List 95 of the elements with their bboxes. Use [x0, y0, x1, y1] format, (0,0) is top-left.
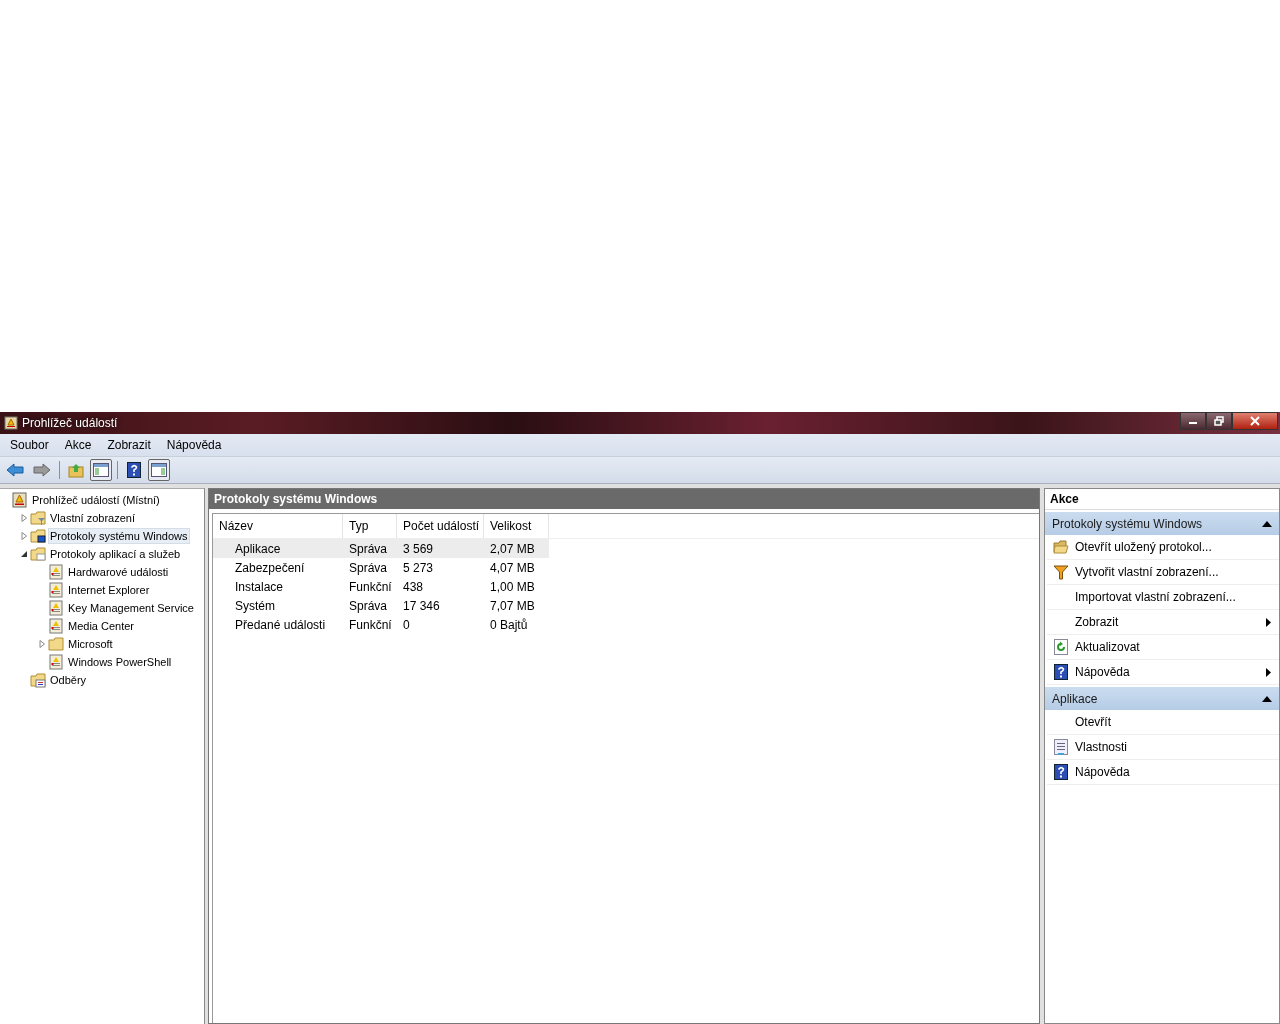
pane-header: Akce — [1045, 489, 1279, 510]
table-cell-text: Zabezpečení — [234, 560, 306, 575]
folder-icon — [30, 528, 46, 544]
menu-item[interactable]: Soubor — [10, 438, 49, 452]
action-item[interactable]: Vytvořit vlastní zobrazení... — [1075, 565, 1279, 579]
section-header[interactable]: Protokoly systému Windows — [1045, 512, 1279, 535]
action-item[interactable]: Nápověda — [1075, 665, 1266, 679]
log-icon — [48, 564, 64, 580]
table-cell-text: 1,00 MB — [489, 579, 536, 594]
log-icon — [48, 582, 64, 598]
tree-item[interactable]: Vlastní zobrazení — [48, 510, 137, 526]
event-log-icon — [4, 416, 18, 430]
table-cell-text: 4,07 MB — [489, 560, 536, 575]
table-cell-text: Funkční — [348, 579, 393, 594]
pane-icon — [151, 463, 167, 477]
table-row[interactable]: Zabezpečení Správa 5 273 4,07 MB — [213, 558, 549, 577]
table-cell-text: 3 569 — [402, 541, 435, 556]
tree-item[interactable]: Internet Explorer — [66, 582, 152, 598]
section-title: Aplikace — [1052, 691, 1098, 706]
action-item[interactable]: Importovat vlastní zobrazení... — [1075, 590, 1279, 604]
table-row[interactable]: Předané události Funkční 0 0 Bajtů — [213, 615, 549, 634]
table-cell-text: 0 Bajtů — [489, 617, 529, 632]
table-row[interactable]: Aplikace Správa 3 569 2,07 MB — [213, 539, 549, 558]
table-cell-text: 438 — [402, 579, 425, 594]
table-cell-text: 17 346 — [402, 598, 441, 613]
left-arrow-icon — [6, 463, 24, 477]
column-header[interactable]: Název — [213, 514, 343, 538]
table-cell-text: Správa — [348, 598, 389, 613]
log-icon — [48, 600, 64, 616]
log-icon — [48, 618, 64, 634]
folder-up-icon — [68, 462, 84, 478]
table-row[interactable]: Systém Správa 17 346 7,07 MB — [213, 596, 549, 615]
tree-item[interactable]: Protokoly aplikací a služeb — [48, 546, 183, 562]
pane-header: Protokoly systému Windows — [209, 489, 1039, 509]
tree-item[interactable]: Microsoft — [66, 636, 115, 652]
tree-item[interactable]: Prohlížeč událostí (Místní) — [30, 492, 162, 508]
table-row[interactable]: Instalace Funkční 438 1,00 MB — [213, 577, 549, 596]
table-cell-text: 2,07 MB — [489, 541, 536, 556]
table-cell-text: Funkční — [348, 617, 393, 632]
menu-item[interactable]: Nápověda — [166, 438, 222, 452]
table-cell-text: 5 273 — [402, 560, 435, 575]
action-item[interactable]: Otevřít — [1075, 715, 1279, 729]
collapse-arrow-icon[interactable] — [20, 550, 28, 558]
help-icon — [127, 462, 141, 478]
table-cell-text: Systém — [234, 598, 276, 613]
right-arrow-icon — [33, 463, 51, 477]
subscriptions-icon — [30, 672, 46, 688]
close-icon — [1250, 416, 1260, 426]
section-title: Protokoly systému Windows — [1052, 516, 1203, 531]
menu-item[interactable]: Akce — [64, 438, 92, 452]
action-item[interactable]: Aktualizovat — [1075, 640, 1279, 654]
properties-icon — [1054, 739, 1068, 755]
tree-item[interactable]: Media Center — [66, 618, 137, 634]
folder-icon — [1053, 540, 1069, 554]
minimize-button[interactable] — [1180, 412, 1206, 430]
expand-arrow-icon[interactable] — [20, 532, 28, 540]
help-icon — [1054, 764, 1068, 780]
column-header[interactable]: Počet událostí — [397, 514, 484, 538]
action-item[interactable]: Nápověda — [1075, 765, 1279, 779]
table-cell-text: Instalace — [234, 579, 285, 594]
console-tree-button[interactable] — [90, 459, 112, 481]
tree-item[interactable]: Protokoly systému Windows — [48, 528, 190, 544]
expand-arrow-icon[interactable] — [20, 514, 28, 522]
close-button[interactable] — [1232, 412, 1278, 430]
action-pane-button[interactable] — [148, 459, 170, 481]
log-icon — [48, 654, 64, 670]
table-cell-text: Správa — [348, 541, 389, 556]
action-item[interactable]: Otevřít uložený protokol... — [1075, 540, 1279, 554]
table-cell-text: Předané události — [234, 617, 327, 632]
restore-button[interactable] — [1206, 412, 1232, 430]
table-cell-text: Aplikace — [234, 541, 282, 556]
folder-icon — [30, 546, 46, 562]
tree-item[interactable]: Odběry — [48, 672, 89, 688]
restore-icon — [1214, 416, 1224, 426]
column-header[interactable]: Velikost — [484, 514, 549, 538]
table-cell-text: 7,07 MB — [489, 598, 536, 613]
action-item[interactable]: Zobrazit — [1075, 615, 1266, 629]
folder-icon — [30, 510, 46, 526]
folder-icon — [48, 636, 64, 652]
column-header[interactable]: Typ — [343, 514, 397, 538]
refresh-icon — [1054, 639, 1068, 655]
event-viewer-icon — [12, 492, 28, 508]
pane-icon — [93, 463, 109, 477]
table-cell-text: Správa — [348, 560, 389, 575]
expand-arrow-icon[interactable] — [38, 640, 46, 648]
section-header[interactable]: Aplikace — [1045, 687, 1279, 710]
tree-item[interactable]: Key Management Service — [66, 600, 196, 616]
table-cell-text: 0 — [402, 617, 411, 632]
action-item[interactable]: Vlastnosti — [1075, 740, 1279, 754]
tree-item[interactable]: Windows PowerShell — [66, 654, 174, 670]
help-icon — [1054, 664, 1068, 680]
filter-icon — [1053, 564, 1069, 580]
tree-item[interactable]: Hardwarové události — [66, 564, 171, 580]
menu-item[interactable]: Zobrazit — [107, 438, 151, 452]
window-title: Prohlížeč událostí — [22, 416, 118, 430]
